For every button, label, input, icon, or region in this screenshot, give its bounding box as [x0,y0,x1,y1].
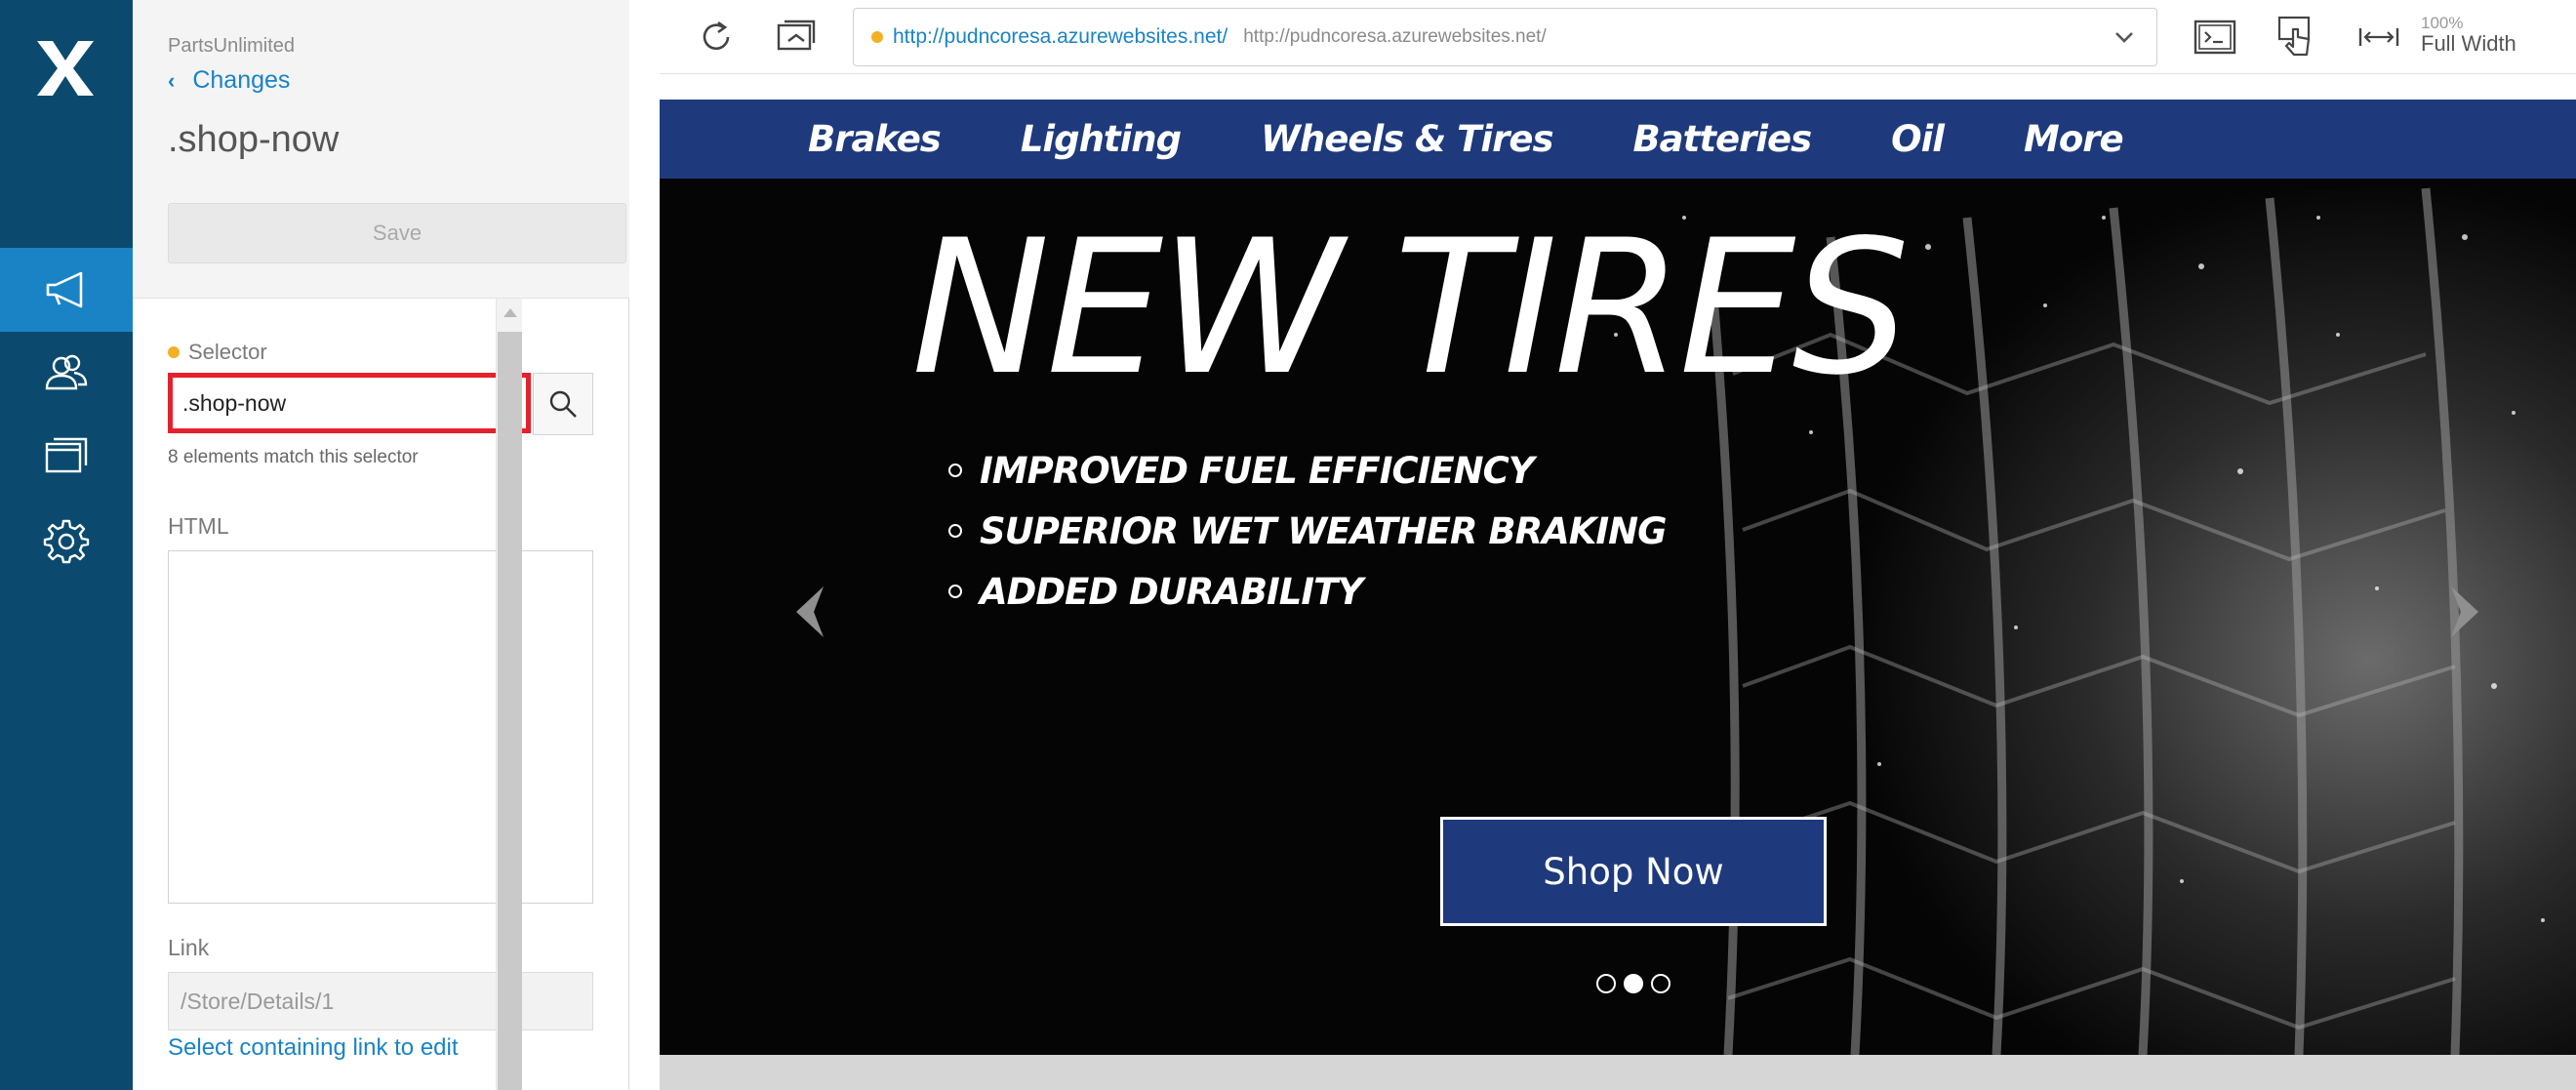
pointer-hand-icon [2277,16,2311,57]
nav-item-batteries[interactable]: Batteries [1632,118,1812,160]
bullet-text: IMPROVED FUEL EFFICIENCY [980,449,1535,492]
selector-search-button[interactable] [533,373,593,435]
chevron-down-icon[interactable] [2113,26,2135,48]
selector-label: Selector [168,340,267,365]
viewport-width-button[interactable] [2355,14,2402,61]
nav-item-lighting[interactable]: Lighting [1021,118,1182,160]
sidebar-item-pages[interactable] [0,416,133,500]
carousel-next-button[interactable] [2447,583,2488,646]
status-dot-icon [871,31,883,43]
nav-item-brakes[interactable]: Brakes [808,118,942,160]
interact-mode-button[interactable] [2274,14,2320,61]
url-current: http://pudncoresa.azurewebsites.net/ [893,25,1228,48]
save-button[interactable]: Save [168,203,626,263]
list-item: IMPROVED FUEL EFFICIENCY [948,440,1667,501]
search-icon [549,390,577,418]
nav-item-more[interactable]: More [2024,118,2124,160]
bullet-text: SUPERIOR WET WEATHER BRAKING [980,509,1668,552]
users-icon [45,354,88,390]
sidebar-item-changes[interactable] [0,248,133,332]
selector-label-text: Selector [188,340,267,364]
html-label: HTML [168,513,229,539]
panel-header: PartsUnlimited ‹ Changes .shop-now Save [133,0,629,299]
hero-carousel: NEW TIRES IMPROVED FUEL EFFICIENCY SUPER… [660,179,2576,1055]
html-editor[interactable] [168,550,593,904]
cards-icon [45,437,88,473]
sidebar-item-audiences[interactable] [0,332,133,416]
preview-mode-button[interactable] [773,14,820,61]
project-name: PartsUnlimited [168,35,296,57]
scrollbar-thumb[interactable] [498,332,522,1090]
hero-title: NEW TIRES [911,200,1910,416]
carousel-dot-3[interactable] [1651,974,1670,993]
carousel-dot-1[interactable] [1596,974,1616,993]
bullet-text: ADDED DURABILITY [980,570,1363,613]
url-secondary: http://pudncoresa.azurewebsites.net/ [1243,26,1547,47]
select-containing-link[interactable]: Select containing link to edit [168,1034,459,1062]
site-preview: Brakes Lighting Wheels & Tires Batteries… [660,75,2576,1090]
panel-scrollbar[interactable] [496,299,522,1090]
page-title: .shop-now [168,119,340,160]
back-to-changes-link[interactable]: ‹ Changes [168,66,290,95]
hero-bullet-list: IMPROVED FUEL EFFICIENCY SUPERIOR WET WE… [948,440,1668,622]
app-sidebar [0,0,133,1090]
sidebar-item-settings[interactable] [0,500,133,584]
chevron-left-icon [796,586,824,637]
terminal-icon [2194,20,2236,55]
selector-match-count: 8 elements match this selector [168,447,419,467]
scroll-up-arrow-icon[interactable] [503,308,517,317]
bullet-circle-icon [948,524,962,538]
shop-now-button[interactable]: Shop Now [1440,817,1827,926]
site-category-nav: Brakes Lighting Wheels & Tires Batteries… [660,100,2576,179]
bullet-circle-icon [948,464,962,477]
link-label: Link [168,935,210,960]
back-label: Changes [192,66,291,94]
list-item: ADDED DURABILITY [948,561,1667,622]
nav-item-wheels-tires[interactable]: Wheels & Tires [1261,118,1553,160]
editor-panel: PartsUnlimited ‹ Changes .shop-now Save … [133,0,629,1090]
link-field[interactable]: /Store/Details/1 [168,972,593,1030]
refresh-icon [703,20,730,51]
x-logo-icon[interactable] [31,37,100,100]
refresh-button[interactable] [693,14,740,61]
list-item: SUPERIOR WET WEATHER BRAKING [948,501,1668,561]
zoom-mode-label[interactable]: Full Width [2421,31,2516,57]
carousel-dot-2[interactable] [1624,974,1643,993]
preview-toolbar: http://pudncoresa.azurewebsites.net/ htt… [660,0,2576,74]
zoom-percent: 100% [2421,14,2464,32]
page-below-hero [660,1055,2576,1090]
carousel-indicators [1596,974,1670,993]
chevron-left-icon: ‹ [168,67,176,93]
nav-item-oil[interactable]: Oil [1891,118,1945,160]
console-button[interactable] [2192,14,2238,61]
megaphone-icon [46,271,83,308]
carousel-prev-button[interactable] [786,583,827,646]
url-bar[interactable]: http://pudncoresa.azurewebsites.net/ htt… [853,8,2157,66]
selector-input[interactable]: .shop-now [168,373,531,433]
gear-icon [43,519,90,564]
modified-dot-icon [168,346,180,358]
preview-screens-icon [777,20,816,51]
chevron-right-icon [2451,586,2478,637]
width-arrows-icon [2358,28,2399,46]
bullet-circle-icon [948,585,962,598]
